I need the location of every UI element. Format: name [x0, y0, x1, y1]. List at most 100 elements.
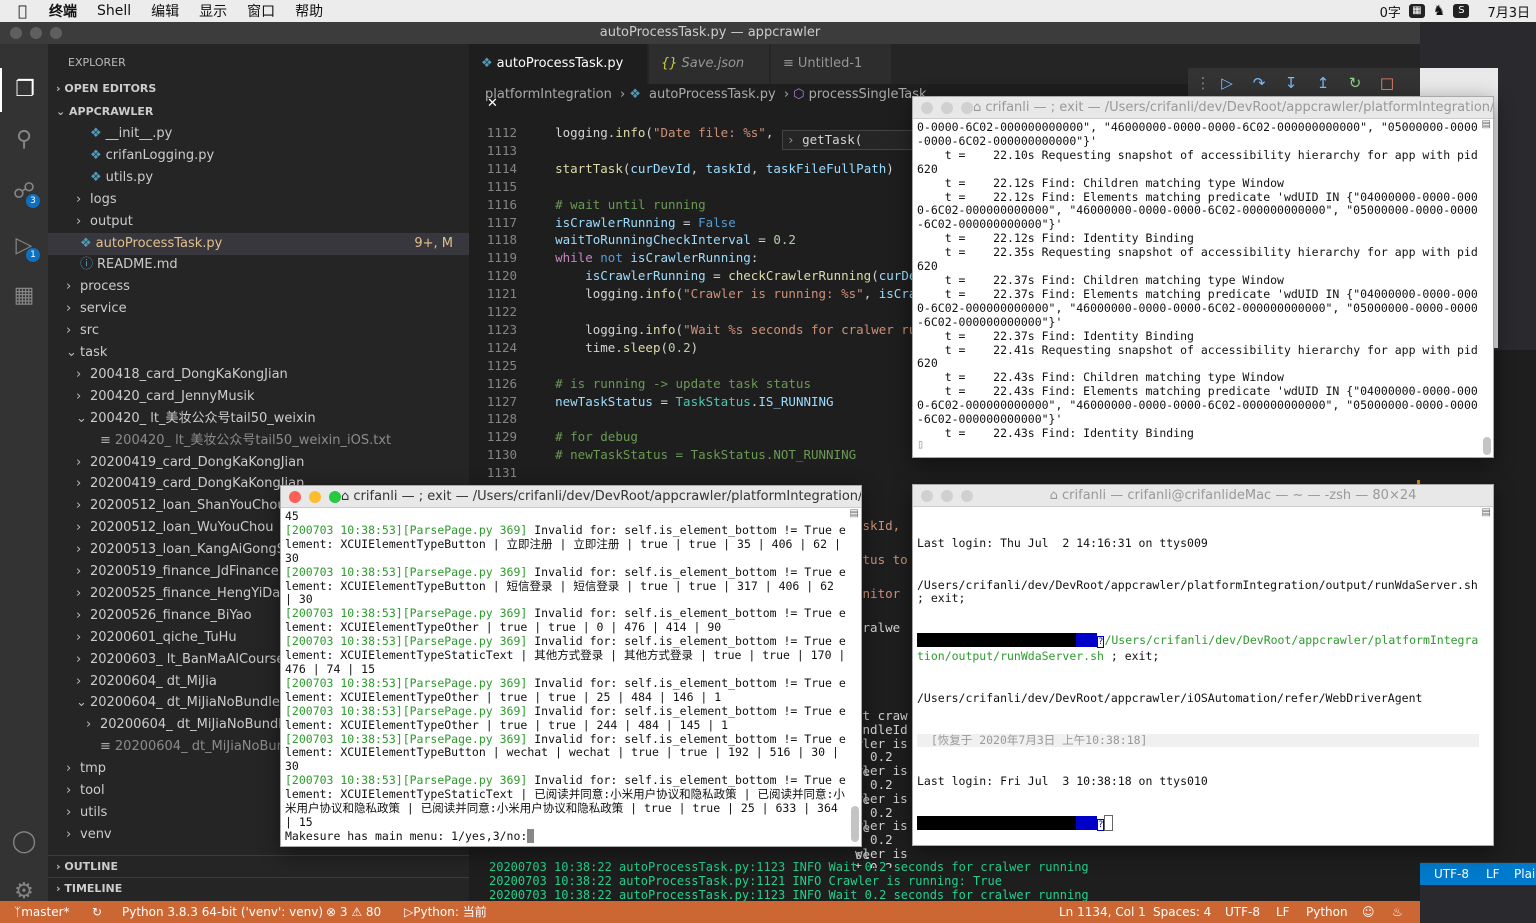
minimize-dot-icon[interactable] — [941, 490, 953, 502]
log-tag: [200703 10:38:53][ParsePage.py 369] — [285, 564, 528, 579]
scrollbar[interactable] — [1483, 437, 1491, 455]
grid-icon[interactable]: ▦ — [1408, 4, 1425, 18]
terminal-window-xctest[interactable]: ⌂ crifanli — ; exit — /Users/crifanli/de… — [912, 96, 1494, 458]
terminal-line: t = 22.10s Requesting snapshot of access… — [917, 147, 1485, 176]
menu-view[interactable]: 显示 — [189, 1, 237, 21]
extensions-icon[interactable]: ▦ — [0, 274, 48, 318]
chevron-right-icon: › — [76, 542, 82, 558]
tree-item[interactable]: ❖ __init__.py — [48, 123, 469, 145]
close-dot-icon[interactable] — [289, 491, 301, 503]
chevron-down-icon: ⌄ — [66, 345, 77, 360]
menu-help[interactable]: 帮助 — [285, 1, 333, 21]
branch-status[interactable]: ᛉ master* — [14, 901, 70, 923]
tree-item[interactable]: › logs — [48, 189, 469, 211]
terminal-window-parsepage[interactable]: ⌂ crifanli — ; exit — /Users/crifanli/de… — [280, 485, 862, 847]
continue-icon[interactable]: ▷ — [1216, 72, 1238, 94]
tree-item[interactable]: › 200418_card_DongKaKongJian — [48, 364, 469, 386]
split-icon[interactable]: ▤ — [850, 508, 859, 519]
tab-save-json[interactable]: {} Save.json — [649, 44, 769, 84]
source-control-icon[interactable]: ☍ 3 — [0, 170, 48, 214]
menu-window[interactable]: 窗口 — [237, 1, 285, 21]
close-dot-icon[interactable] — [10, 27, 22, 39]
zoom-dot-icon[interactable] — [50, 27, 62, 39]
encoding-status-2[interactable]: UTF-8 — [1434, 863, 1469, 885]
zoom-dot-icon[interactable] — [329, 491, 341, 503]
tree-item[interactable]: › 200420_card_JennyMusik — [48, 386, 469, 408]
zoom-dot-icon[interactable] — [961, 102, 973, 114]
sync-icon[interactable]: S — [1453, 4, 1470, 18]
account-icon[interactable]: ◯ — [0, 820, 48, 864]
tree-item[interactable]: ⌄ 200420_ lt_美妆公众号tail50_weixin — [48, 408, 469, 430]
search-icon[interactable]: ⚲ — [0, 118, 48, 162]
input-status[interactable]: 0字 — [1380, 2, 1401, 21]
tree-item[interactable]: › 20200419_card_DongKaKongJian — [48, 452, 469, 474]
tree-item[interactable]: › process — [48, 276, 469, 298]
line-number: 1112 — [486, 125, 517, 140]
tab-autoprocesstask[interactable]: ❖ autoProcessTask.py ✕ — [469, 44, 647, 111]
outline-section[interactable]: › OUTLINE — [48, 855, 469, 877]
horse-icon[interactable]: ♞ — [1433, 3, 1446, 19]
eol-status[interactable]: LF — [1276, 901, 1290, 923]
indent-status[interactable]: Spaces: 4 — [1153, 901, 1211, 923]
prompt-line[interactable]: Makesure has main menu: 1/yes,3/no: — [285, 828, 847, 844]
minimize-dot-icon[interactable] — [309, 491, 321, 503]
chevron-right-icon: › — [66, 301, 72, 317]
python-file-icon: ❖ — [90, 126, 102, 141]
breadcrumb-folder[interactable]: platformIntegration — [485, 87, 612, 102]
step-into-icon[interactable]: ↧ — [1280, 72, 1302, 94]
tree-item[interactable]: › output — [48, 211, 469, 233]
menu-edit[interactable]: 编辑 — [141, 1, 189, 21]
tree-item-label: 20200512_loan_WuYouChou — [90, 520, 274, 536]
close-dot-icon[interactable] — [921, 102, 933, 114]
eol-status-2[interactable]: LF — [1486, 863, 1500, 885]
tree-item[interactable]: ❖ autoProcessTask.py 9+, M — [48, 232, 469, 255]
close-dot-icon[interactable] — [921, 490, 933, 502]
debug-icon[interactable]: ▷ 1 — [0, 224, 48, 268]
terminal-line: t = 22.43s Find: Elements matching predi… — [917, 384, 1478, 427]
drag-handle-icon[interactable]: ⋮ — [1192, 72, 1214, 94]
menu-shell[interactable]: Shell — [87, 3, 141, 19]
menu-app-name[interactable]: 终端 — [39, 1, 87, 21]
tree-item[interactable]: › src — [48, 320, 469, 342]
menu-date[interactable]: 7月3日 — [1487, 2, 1530, 21]
tree-item[interactable]: › service — [48, 298, 469, 320]
breadcrumb-symbol[interactable]: processSingleTask — [809, 87, 927, 102]
timeline-section[interactable]: › TIMELINE — [48, 877, 469, 899]
tree-item[interactable]: ≡ 200420_ lt_美妆公众号tail50_weixin_iOS.txt — [48, 430, 469, 452]
language-status-2[interactable]: Plai — [1514, 863, 1535, 885]
scrollbar[interactable] — [851, 806, 859, 842]
python-interpreter[interactable]: Python 3.8.3 64-bit ('venv': venv) — [122, 901, 323, 923]
minimize-dot-icon[interactable] — [30, 27, 42, 39]
cursor-position[interactable]: Ln 1134, Col 1 — [1059, 901, 1146, 923]
tree-item[interactable]: ❖ utils.py — [48, 167, 469, 189]
step-out-icon[interactable]: ↥ — [1312, 72, 1334, 94]
tree-item[interactable]: ⓘ README.md — [48, 254, 469, 276]
code-line[interactable]: 1131 — [469, 464, 1420, 482]
tab-untitled[interactable]: ≡ Untitled-1 — [771, 44, 891, 84]
run-config[interactable]: ▷ Python: 当前文件 (appcrawler) — [404, 901, 487, 923]
tree-item[interactable]: ⌄ task — [48, 342, 469, 364]
open-editors-section[interactable]: › OPEN EDITORS — [48, 78, 469, 100]
split-icon[interactable]: ▤ — [1482, 119, 1491, 130]
problems-status[interactable]: ⊗ 3 ⚠ 80 — [326, 901, 381, 923]
suggest-widget[interactable]: › getTask( — [782, 130, 922, 150]
bell-icon[interactable]: ♨ — [1392, 901, 1403, 923]
restart-icon[interactable]: ↻ — [1344, 72, 1366, 94]
apple-icon[interactable]:  — [0, 2, 39, 20]
python-file-icon: ❖ — [90, 169, 102, 185]
tree-item-label: venv — [80, 826, 112, 842]
terminal-window-zsh[interactable]: ⌂ crifanli — crifanli@crifanlideMac — ~ … — [912, 484, 1494, 846]
files-icon[interactable]: ❐ — [0, 68, 48, 112]
breadcrumb-file[interactable]: autoProcessTask.py — [649, 87, 776, 102]
tree-item[interactable]: ❖ crifanLogging.py — [48, 145, 469, 167]
language-status[interactable]: Python — [1306, 901, 1348, 923]
sync-icon[interactable]: ↻ — [92, 901, 102, 923]
split-icon[interactable]: ▤ — [1482, 507, 1491, 518]
step-over-icon[interactable]: ↷ — [1248, 72, 1270, 94]
stop-icon[interactable]: □ — [1376, 72, 1398, 94]
minimize-dot-icon[interactable] — [941, 102, 953, 114]
feedback-icon[interactable]: ☺ — [1362, 901, 1375, 923]
zoom-dot-icon[interactable] — [961, 490, 973, 502]
encoding-status[interactable]: UTF-8 — [1225, 901, 1260, 923]
project-section[interactable]: ⌄ APPCRAWLER — [48, 101, 469, 123]
